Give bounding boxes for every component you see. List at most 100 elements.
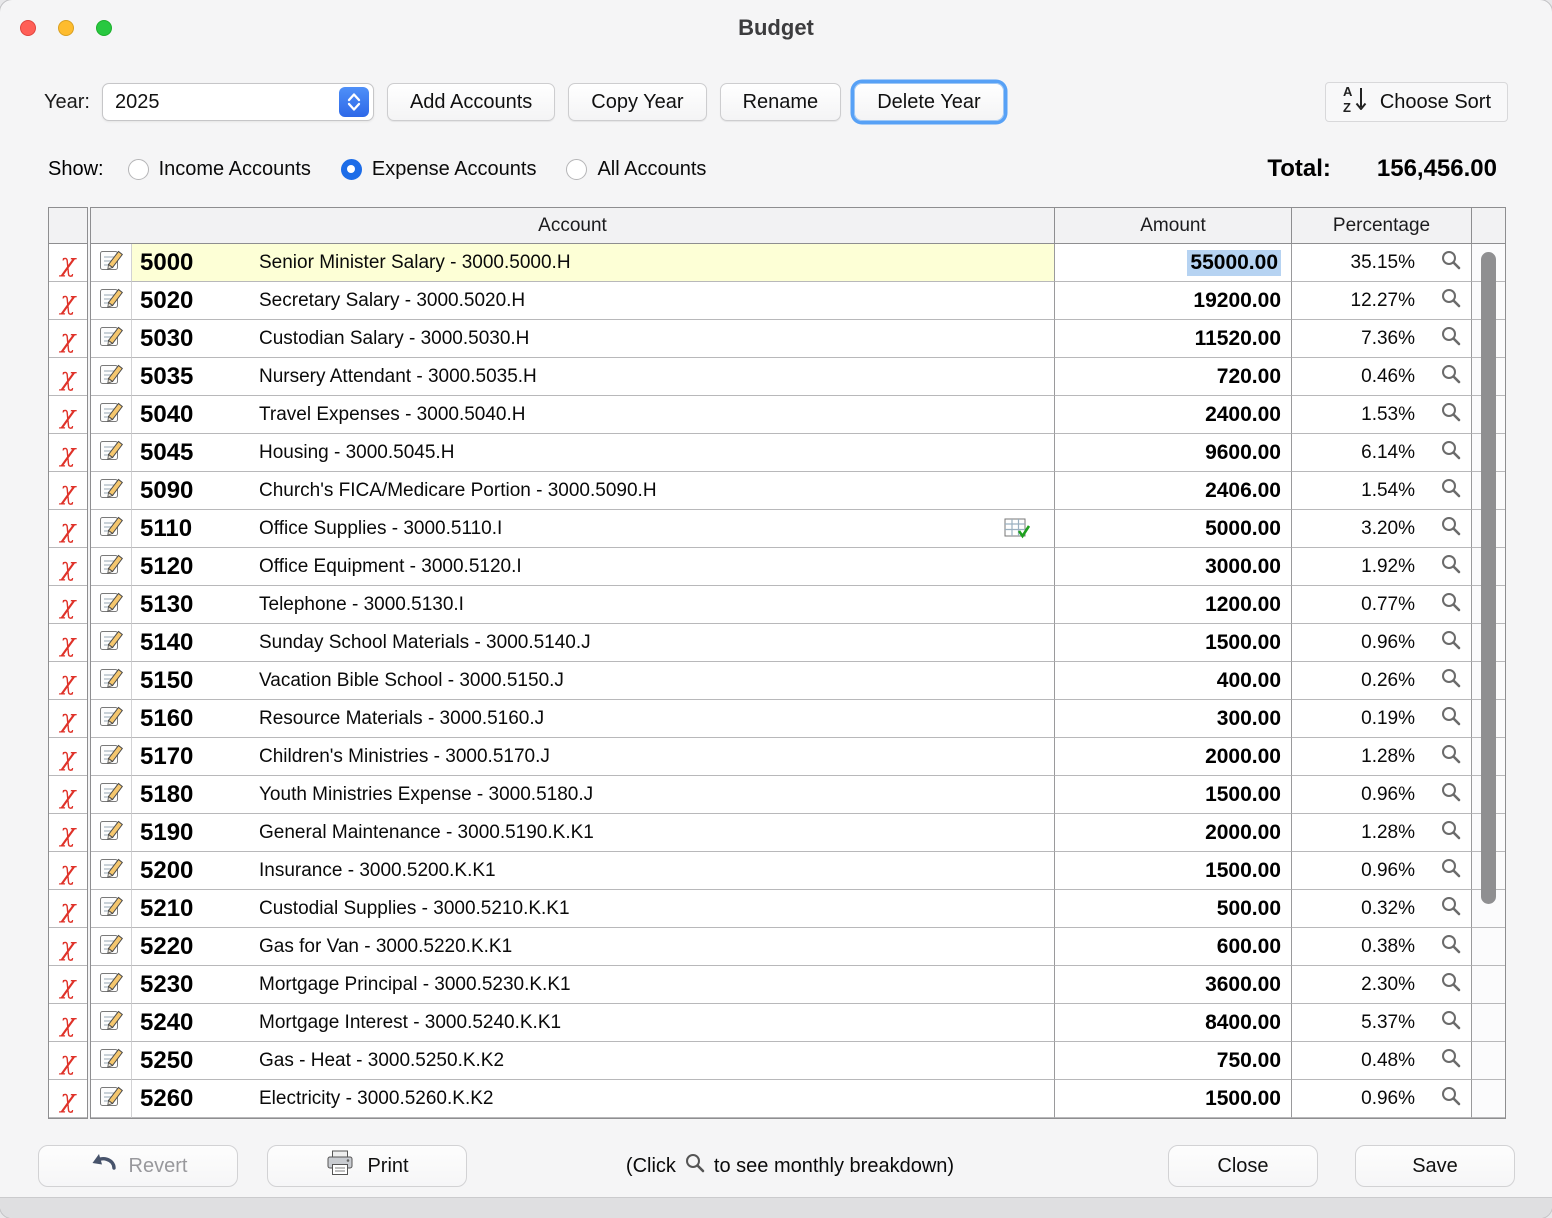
choose-sort-button[interactable]: A Z Choose Sort	[1325, 82, 1508, 122]
table-row[interactable]: 5000 Senior Minister Salary - 3000.5000.…	[91, 244, 1505, 282]
amount-cell[interactable]: 9600.00	[1054, 434, 1291, 472]
edit-cell[interactable]	[91, 776, 131, 814]
delete-row-cell[interactable]: χ	[49, 1042, 87, 1080]
amount-cell[interactable]: 1500.00	[1054, 852, 1291, 890]
edit-cell[interactable]	[91, 966, 131, 1004]
edit-cell[interactable]	[91, 852, 131, 890]
copy-year-button[interactable]: Copy Year	[568, 83, 706, 121]
delete-x-icon[interactable]: χ	[60, 858, 75, 883]
table-row[interactable]: 5130 Telephone - 3000.5130.I 1200.00 0.7…	[91, 586, 1505, 624]
edit-cell[interactable]	[91, 1004, 131, 1042]
rename-button[interactable]: Rename	[720, 83, 842, 121]
amount-cell[interactable]: 400.00	[1054, 662, 1291, 700]
year-select[interactable]: 2025	[102, 83, 374, 121]
edit-cell[interactable]	[91, 1042, 131, 1080]
save-button[interactable]: Save	[1355, 1145, 1515, 1187]
edit-icon[interactable]	[99, 438, 124, 468]
delete-x-icon[interactable]: χ	[60, 326, 75, 351]
delete-x-icon[interactable]: χ	[60, 554, 75, 579]
delete-x-icon[interactable]: χ	[60, 1048, 75, 1073]
spreadsheet-icon[interactable]	[1004, 518, 1030, 546]
table-row[interactable]: 5170 Children's Ministries - 3000.5170.J…	[91, 738, 1505, 776]
edit-icon[interactable]	[99, 248, 124, 278]
magnifier-icon[interactable]	[1440, 591, 1462, 619]
amount-cell[interactable]: 3000.00	[1054, 548, 1291, 586]
delete-row-cell[interactable]: χ	[49, 1080, 87, 1118]
amount-cell[interactable]: 19200.00	[1054, 282, 1291, 320]
magnifier-icon[interactable]	[1440, 705, 1462, 733]
delete-row-cell[interactable]: χ	[49, 662, 87, 700]
print-button[interactable]: Print	[267, 1145, 467, 1187]
amount-cell[interactable]: 500.00	[1054, 890, 1291, 928]
magnifier-icon[interactable]	[1440, 819, 1462, 847]
delete-x-icon[interactable]: χ	[60, 440, 75, 465]
edit-icon[interactable]	[99, 704, 124, 734]
edit-icon[interactable]	[99, 894, 124, 924]
table-row[interactable]: 5030 Custodian Salary - 3000.5030.H 1152…	[91, 320, 1505, 358]
delete-row-cell[interactable]: χ	[49, 396, 87, 434]
scrollbar-track-cell[interactable]	[1471, 966, 1505, 1004]
edit-icon[interactable]	[99, 590, 124, 620]
edit-cell[interactable]	[91, 472, 131, 510]
edit-cell[interactable]	[91, 282, 131, 320]
edit-icon[interactable]	[99, 286, 124, 316]
magnifier-icon[interactable]	[1440, 857, 1462, 885]
delete-x-icon[interactable]: χ	[60, 820, 75, 845]
delete-row-cell[interactable]: χ	[49, 738, 87, 776]
amount-cell[interactable]: 2406.00	[1054, 472, 1291, 510]
magnifier-icon[interactable]	[1440, 439, 1462, 467]
delete-x-icon[interactable]: χ	[60, 250, 75, 275]
close-window-button[interactable]	[20, 20, 36, 36]
delete-row-cell[interactable]: χ	[49, 358, 87, 396]
delete-row-cell[interactable]: χ	[49, 814, 87, 852]
delete-x-icon[interactable]: χ	[60, 668, 75, 693]
delete-row-cell[interactable]: χ	[49, 928, 87, 966]
minimize-window-button[interactable]	[58, 20, 74, 36]
amount-cell[interactable]: 750.00	[1054, 1042, 1291, 1080]
delete-row-cell[interactable]: χ	[49, 548, 87, 586]
magnifier-icon[interactable]	[1440, 743, 1462, 771]
edit-icon[interactable]	[99, 932, 124, 962]
delete-x-icon[interactable]: χ	[60, 592, 75, 617]
delete-x-icon[interactable]: χ	[60, 364, 75, 389]
delete-row-cell[interactable]: χ	[49, 472, 87, 510]
table-row[interactable]: 5160 Resource Materials - 3000.5160.J 30…	[91, 700, 1505, 738]
edit-cell[interactable]	[91, 358, 131, 396]
delete-x-icon[interactable]: χ	[60, 896, 75, 921]
edit-icon[interactable]	[99, 780, 124, 810]
amount-cell[interactable]: 300.00	[1054, 700, 1291, 738]
radio-expense-accounts[interactable]: Expense Accounts	[341, 158, 537, 181]
magnifier-icon[interactable]	[1440, 553, 1462, 581]
table-row[interactable]: 5190 General Maintenance - 3000.5190.K.K…	[91, 814, 1505, 852]
scrollbar-track-cell[interactable]	[1471, 1004, 1505, 1042]
delete-row-cell[interactable]: χ	[49, 700, 87, 738]
edit-icon[interactable]	[99, 742, 124, 772]
magnifier-icon[interactable]	[1440, 515, 1462, 543]
delete-row-cell[interactable]: χ	[49, 1004, 87, 1042]
magnifier-icon[interactable]	[1440, 895, 1462, 923]
delete-row-cell[interactable]: χ	[49, 510, 87, 548]
edit-cell[interactable]	[91, 814, 131, 852]
delete-x-icon[interactable]: χ	[60, 706, 75, 731]
table-row[interactable]: 5200 Insurance - 3000.5200.K.K1 1500.00 …	[91, 852, 1505, 890]
table-row[interactable]: 5210 Custodial Supplies - 3000.5210.K.K1…	[91, 890, 1505, 928]
edit-cell[interactable]	[91, 890, 131, 928]
edit-cell[interactable]	[91, 510, 131, 548]
edit-cell[interactable]	[91, 434, 131, 472]
magnifier-icon[interactable]	[1440, 781, 1462, 809]
magnifier-icon[interactable]	[1440, 401, 1462, 429]
table-row[interactable]: 5045 Housing - 3000.5045.H 9600.00 6.14%	[91, 434, 1505, 472]
edit-icon[interactable]	[99, 1008, 124, 1038]
table-row[interactable]: 5180 Youth Ministries Expense - 3000.518…	[91, 776, 1505, 814]
amount-cell[interactable]: 1500.00	[1054, 1080, 1291, 1118]
edit-icon[interactable]	[99, 1046, 124, 1076]
edit-cell[interactable]	[91, 1080, 131, 1118]
edit-cell[interactable]	[91, 738, 131, 776]
amount-cell[interactable]: 2000.00	[1054, 738, 1291, 776]
delete-x-icon[interactable]: χ	[60, 782, 75, 807]
edit-cell[interactable]	[91, 548, 131, 586]
amount-cell[interactable]: 5000.00	[1054, 510, 1291, 548]
edit-icon[interactable]	[99, 628, 124, 658]
table-row[interactable]: 5110 Office Supplies - 3000.5110.I 5000.…	[91, 510, 1505, 548]
delete-row-cell[interactable]: χ	[49, 776, 87, 814]
